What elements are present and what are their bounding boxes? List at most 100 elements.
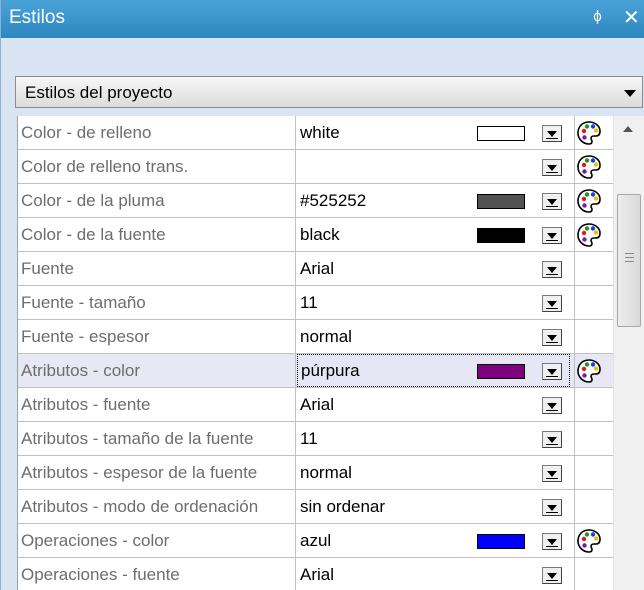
- property-row[interactable]: Atributos - espesor de la fuente normal: [18, 456, 614, 490]
- chevron-down-icon: [547, 233, 557, 239]
- dropdown-underline: [546, 240, 558, 241]
- property-name: Fuente - espesor: [18, 320, 296, 354]
- property-value[interactable]: [300, 150, 554, 183]
- value-dropdown-button[interactable]: [542, 431, 562, 448]
- property-name: Atributos - modo de ordenación: [18, 490, 296, 524]
- property-name: Atributos - espesor de la fuente: [18, 456, 296, 490]
- chevron-down-icon: [547, 437, 557, 443]
- property-name: Atributos - fuente: [18, 388, 296, 422]
- property-row[interactable]: Color - de relleno white: [18, 116, 614, 150]
- property-row[interactable]: Atributos - fuente Arial: [18, 388, 614, 422]
- column-divider: [574, 252, 575, 286]
- color-swatch: [477, 228, 525, 243]
- property-row[interactable]: Color de relleno trans.: [18, 150, 614, 184]
- color-palette-icon[interactable]: [575, 187, 603, 215]
- color-swatch: [477, 194, 525, 209]
- column-divider: [574, 320, 575, 354]
- chevron-down-icon: [547, 403, 557, 409]
- value-dropdown-button[interactable]: [542, 533, 562, 550]
- property-row[interactable]: Fuente - espesor normal: [18, 320, 614, 354]
- property-name: Operaciones - color: [18, 524, 296, 558]
- dropdown-underline: [546, 206, 558, 207]
- color-swatch: [477, 364, 525, 379]
- chevron-down-icon: [547, 301, 557, 307]
- chevron-down-icon[interactable]: [624, 90, 636, 97]
- scroll-up-icon[interactable]: [623, 126, 633, 132]
- panel-title: Estilos: [9, 7, 65, 28]
- value-dropdown-button[interactable]: [542, 567, 562, 584]
- pin-icon[interactable]: ᛰ: [593, 9, 602, 26]
- property-row[interactable]: Atributos - color púrpura: [18, 354, 614, 388]
- color-palette-icon[interactable]: [575, 221, 603, 249]
- chevron-down-icon: [547, 267, 557, 273]
- column-divider: [574, 558, 575, 590]
- property-value[interactable]: normal: [300, 456, 554, 489]
- styles-panel: Estilos ᛰ ✕ Estilos del proyecto Color -…: [0, 0, 644, 590]
- property-value[interactable]: normal: [300, 320, 554, 353]
- property-row[interactable]: Fuente Arial: [18, 252, 614, 286]
- property-row[interactable]: Atributos - tamaño de la fuente 11: [18, 422, 614, 456]
- color-palette-icon[interactable]: [575, 357, 603, 385]
- value-dropdown-button[interactable]: [542, 295, 562, 312]
- property-value[interactable]: 11: [300, 422, 554, 455]
- property-name: Fuente - tamaño: [18, 286, 296, 320]
- chevron-down-icon: [547, 199, 557, 205]
- value-dropdown-button[interactable]: [542, 125, 562, 142]
- property-value[interactable]: Arial: [300, 558, 554, 590]
- close-icon[interactable]: ✕: [623, 5, 640, 30]
- chevron-down-icon: [547, 165, 557, 171]
- property-row[interactable]: Operaciones - fuente Arial: [18, 558, 614, 590]
- property-value[interactable]: Arial: [300, 252, 554, 285]
- dropdown-underline: [546, 580, 558, 581]
- value-dropdown-button[interactable]: [542, 397, 562, 414]
- scrollbar-thumb[interactable]: [617, 194, 641, 327]
- property-row[interactable]: Color - de la pluma #525252: [18, 184, 614, 218]
- property-value[interactable]: 11: [300, 286, 554, 319]
- property-row[interactable]: Operaciones - color azul: [18, 524, 614, 558]
- value-dropdown-button[interactable]: [542, 363, 562, 380]
- value-dropdown-button[interactable]: [542, 329, 562, 346]
- dropdown-underline: [546, 410, 558, 411]
- dropdown-underline: [546, 444, 558, 445]
- property-name: Operaciones - fuente: [18, 558, 296, 590]
- value-dropdown-button[interactable]: [542, 465, 562, 482]
- property-value[interactable]: púrpura: [297, 354, 570, 387]
- color-palette-icon[interactable]: [575, 153, 603, 181]
- scope-dropdown[interactable]: Estilos del proyecto: [15, 76, 643, 108]
- value-dropdown-button[interactable]: [542, 193, 562, 210]
- property-value[interactable]: Arial: [300, 388, 554, 421]
- properties-grid: Color - de relleno white Color de relleno …: [17, 116, 614, 590]
- property-name: Atributos - tamaño de la fuente: [18, 422, 296, 456]
- vertical-scrollbar[interactable]: [613, 116, 644, 590]
- property-row[interactable]: Atributos - modo de ordenación sin ordena…: [18, 490, 614, 524]
- dropdown-underline: [546, 478, 558, 479]
- chevron-down-icon: [547, 335, 557, 341]
- property-name: Fuente: [18, 252, 296, 286]
- title-bar[interactable]: Estilos ᛰ ✕: [1, 0, 644, 38]
- dropdown-underline: [546, 308, 558, 309]
- property-value[interactable]: sin ordenar: [300, 490, 554, 523]
- property-name: Color - de la pluma: [18, 184, 296, 218]
- color-palette-icon[interactable]: [575, 119, 603, 147]
- value-dropdown-button[interactable]: [542, 499, 562, 516]
- property-row[interactable]: Fuente - tamaño 11: [18, 286, 614, 320]
- color-swatch: [477, 534, 525, 549]
- chevron-down-icon: [547, 131, 557, 137]
- grip-icon: [625, 253, 634, 265]
- color-palette-icon[interactable]: [575, 527, 603, 555]
- property-row[interactable]: Color - de la fuente black: [18, 218, 614, 252]
- column-divider: [574, 456, 575, 490]
- column-divider: [574, 490, 575, 524]
- dropdown-underline: [546, 274, 558, 275]
- dropdown-underline: [546, 342, 558, 343]
- color-swatch: [477, 126, 525, 141]
- property-name: Color de relleno trans.: [18, 150, 296, 184]
- property-name: Color - de relleno: [18, 116, 296, 150]
- property-name: Color - de la fuente: [18, 218, 296, 252]
- scope-dropdown-value: Estilos del proyecto: [25, 83, 173, 102]
- value-dropdown-button[interactable]: [542, 227, 562, 244]
- chevron-down-icon: [547, 505, 557, 511]
- value-dropdown-button[interactable]: [542, 261, 562, 278]
- column-divider: [574, 388, 575, 422]
- value-dropdown-button[interactable]: [542, 159, 562, 176]
